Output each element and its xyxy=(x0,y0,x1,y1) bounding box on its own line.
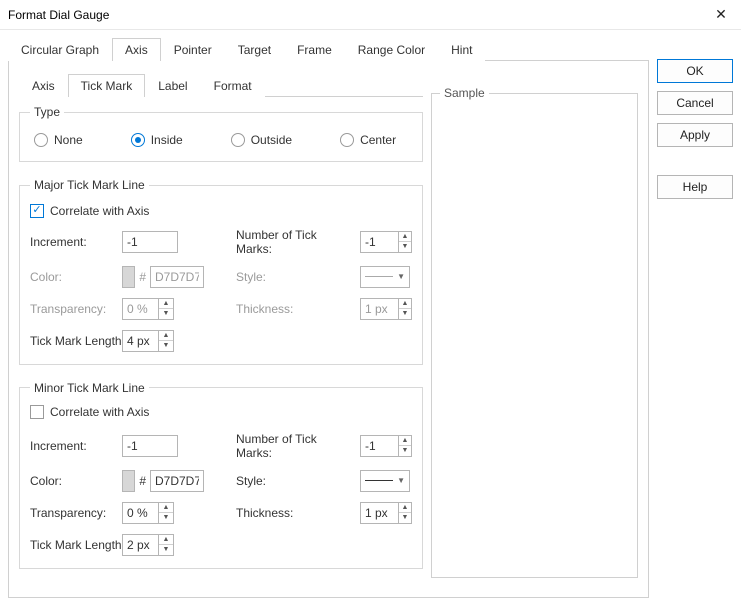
minor-numtick-label: Number of Tick Marks: xyxy=(236,432,356,460)
type-group: Type None Inside Outside Center xyxy=(19,105,423,162)
minor-style-select[interactable]: ▼ xyxy=(360,470,410,492)
subtab-format[interactable]: Format xyxy=(201,74,265,97)
major-correlate-checkbox[interactable]: Correlate with Axis xyxy=(30,204,149,218)
tab-range-color[interactable]: Range Color xyxy=(345,38,438,61)
chevron-down-icon: ▼ xyxy=(397,272,405,281)
major-correlate-label: Correlate with Axis xyxy=(50,204,149,218)
major-style-select[interactable]: ▼ xyxy=(360,266,410,288)
tab-hint[interactable]: Hint xyxy=(438,38,485,61)
major-color-swatch[interactable] xyxy=(122,266,135,288)
minor-legend: Minor Tick Mark Line xyxy=(30,381,149,395)
major-group: Major Tick Mark Line Correlate with Axis… xyxy=(19,178,423,365)
minor-length-spin[interactable]: ▲▼ xyxy=(122,534,204,556)
minor-color-label: Color: xyxy=(30,474,118,488)
type-inside-radio[interactable]: Inside xyxy=(131,133,183,147)
type-outside-label: Outside xyxy=(251,133,292,147)
ok-button[interactable]: OK xyxy=(657,59,733,83)
minor-correlate-checkbox[interactable]: Correlate with Axis xyxy=(30,405,149,419)
sample-label: Sample xyxy=(440,86,489,100)
type-outside-radio[interactable]: Outside xyxy=(231,133,292,147)
hash-symbol: # xyxy=(139,474,146,488)
tab-axis[interactable]: Axis xyxy=(112,38,161,61)
type-legend: Type xyxy=(30,105,64,119)
minor-style-label: Style: xyxy=(236,474,356,488)
major-legend: Major Tick Mark Line xyxy=(30,178,149,192)
minor-transparency-label: Transparency: xyxy=(30,506,118,520)
type-inside-label: Inside xyxy=(151,133,183,147)
type-center-label: Center xyxy=(360,133,396,147)
major-length-label: Tick Mark Length: xyxy=(30,334,118,348)
close-button[interactable]: ✕ xyxy=(701,0,741,30)
apply-button[interactable]: Apply xyxy=(657,123,733,147)
spin-down-icon: ▼ xyxy=(399,242,411,252)
tab-frame[interactable]: Frame xyxy=(284,38,345,61)
minor-thickness-spin[interactable]: ▲▼ xyxy=(360,502,412,524)
type-none-label: None xyxy=(54,133,83,147)
tab-target[interactable]: Target xyxy=(225,38,284,61)
subtab-label[interactable]: Label xyxy=(145,74,200,97)
tab-circular-graph[interactable]: Circular Graph xyxy=(8,38,112,61)
cancel-button[interactable]: Cancel xyxy=(657,91,733,115)
minor-transparency-spin[interactable]: ▲▼ xyxy=(122,502,204,524)
major-numtick-spin[interactable]: ▲▼ xyxy=(360,231,412,253)
subtab-tick-mark[interactable]: Tick Mark xyxy=(68,74,146,97)
minor-numtick-spin[interactable]: ▲▼ xyxy=(360,435,412,457)
chevron-down-icon: ▼ xyxy=(397,476,405,485)
main-tabs: Circular Graph Axis Pointer Target Frame… xyxy=(8,37,649,61)
titlebar: Format Dial Gauge ✕ xyxy=(0,0,741,30)
sample-preview: Sample xyxy=(431,93,638,578)
major-increment-input[interactable] xyxy=(122,231,178,253)
major-thickness-spin[interactable]: ▲▼ xyxy=(360,298,412,320)
hash-symbol: # xyxy=(139,270,146,284)
major-transparency-spin[interactable]: ▲▼ xyxy=(122,298,204,320)
tab-pointer[interactable]: Pointer xyxy=(161,38,225,61)
window-title: Format Dial Gauge xyxy=(8,8,109,22)
major-style-label: Style: xyxy=(236,270,356,284)
major-numtick-label: Number of Tick Marks: xyxy=(236,228,356,256)
major-length-spin[interactable]: ▲▼ xyxy=(122,330,204,352)
major-color-label: Color: xyxy=(30,270,118,284)
type-none-radio[interactable]: None xyxy=(34,133,83,147)
major-increment-label: Increment: xyxy=(30,235,118,249)
minor-group: Minor Tick Mark Line Correlate with Axis… xyxy=(19,381,423,569)
minor-increment-input[interactable] xyxy=(122,435,178,457)
type-center-radio[interactable]: Center xyxy=(340,133,396,147)
major-transparency-label: Transparency: xyxy=(30,302,118,316)
help-button[interactable]: Help xyxy=(657,175,733,199)
minor-thickness-label: Thickness: xyxy=(236,506,356,520)
major-thickness-label: Thickness: xyxy=(236,302,356,316)
minor-color-swatch[interactable] xyxy=(122,470,135,492)
sub-tabs: Axis Tick Mark Label Format xyxy=(19,73,423,97)
spin-up-icon: ▲ xyxy=(399,232,411,243)
subtab-axis[interactable]: Axis xyxy=(19,74,68,97)
minor-length-label: Tick Mark Length: xyxy=(30,538,118,552)
major-color-hex xyxy=(150,266,204,288)
minor-correlate-label: Correlate with Axis xyxy=(50,405,149,419)
minor-increment-label: Increment: xyxy=(30,439,118,453)
minor-color-hex[interactable] xyxy=(150,470,204,492)
